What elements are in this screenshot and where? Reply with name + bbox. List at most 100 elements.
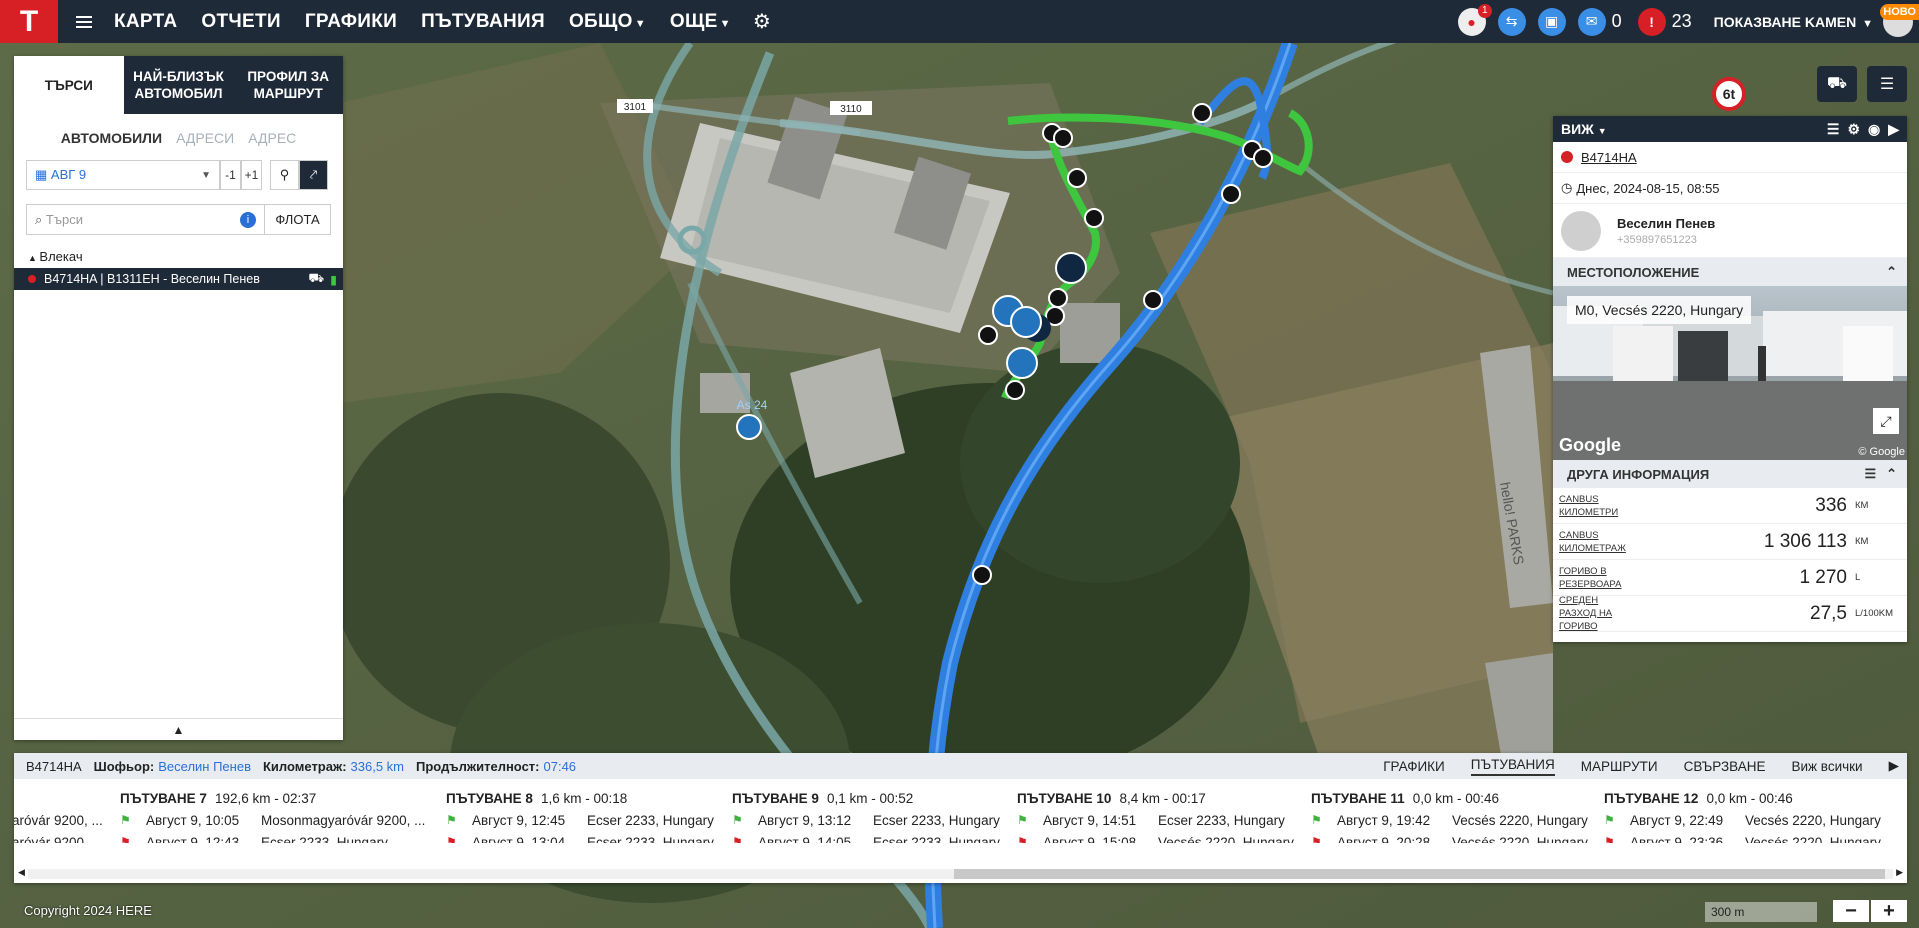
tab-charts[interactable]: ГРАФИКИ [1383, 759, 1445, 774]
trip-end-row: aróvár 9200, ... [14, 831, 103, 844]
horizontal-scrollbar[interactable]: ◀ ▶ [14, 865, 1907, 879]
chevron-down-icon: ▼ [1862, 17, 1873, 30]
gear-icon[interactable]: ⚙ [1847, 121, 1860, 138]
scroll-right-icon[interactable]: ▶ [1896, 867, 1903, 878]
trip-7[interactable]: ПЪТУВАНЕ 7 192,6 km - 02:37 ⚑ Август 9, 10… [120, 787, 425, 844]
zoom-in-button[interactable]: + [1871, 900, 1907, 922]
app-logo[interactable]: T [0, 0, 58, 43]
info-label[interactable]: CANBUS КИЛОМЕТРИ [1559, 493, 1649, 519]
end-flag-icon: ⚑ [1017, 835, 1028, 843]
trip-9[interactable]: ПЪТУВАНЕ 9 0,1 km - 00:52 ⚑ Август 9, 13:1… [732, 787, 1000, 844]
mail-icon[interactable]: ✉ [1577, 7, 1606, 36]
collapse-panel-button[interactable]: ▲ [14, 718, 343, 740]
info-label-line1: СРЕДЕН [1559, 595, 1599, 606]
menu-icon[interactable] [66, 15, 102, 28]
subtab-addresses[interactable]: АДРЕСИ [176, 130, 234, 146]
target-icon[interactable]: ◉ [1868, 121, 1880, 138]
truck-icon[interactable]: ⛟ [1817, 66, 1857, 102]
search-row: ⌕ Търси i ФЛОТА [26, 204, 331, 235]
location-pin-icon[interactable]: ⚲ [270, 160, 299, 190]
alert-user-icon[interactable]: ● 1 [1457, 3, 1492, 36]
scroll-left-icon[interactable]: ◀ [18, 867, 25, 878]
play-icon[interactable]: ▶ [1889, 758, 1899, 774]
trip-12[interactable]: ПЪТУВАНЕ 12 0,0 km - 00:46 ⚑ Август 9, 22:… [1604, 787, 1881, 844]
gear-icon[interactable]: ⚙ [753, 9, 771, 34]
chevron-up-icon[interactable]: ⌃ [1886, 466, 1897, 482]
tab-nearest-vehicle[interactable]: НАЙ-БЛИЗЪК АВТОМОБИЛ [124, 56, 234, 114]
date-minus-button[interactable]: -1 [220, 160, 241, 190]
subtab-vehicles[interactable]: АВТОМОБИЛИ [61, 130, 162, 146]
tv-icon[interactable]: ▣ [1537, 7, 1566, 36]
user-menu[interactable]: ПОКАЗВАНЕ KAMEN ▼ [1714, 14, 1873, 30]
trip-8[interactable]: ПЪТУВАНЕ 8 1,6 km - 00:18 ⚑ Август 9, 12:4… [446, 787, 714, 844]
info-label[interactable]: ГОРИВО В РЕЗЕРВОАРА [1559, 565, 1649, 591]
warning-icon[interactable]: ! [1637, 7, 1666, 36]
view-label: ВИЖ [1561, 121, 1594, 137]
tab-search[interactable]: ТЪРСИ [14, 56, 124, 114]
info-unit: КМ [1855, 500, 1869, 511]
nav-more[interactable]: ОЩЕ ▼ [670, 11, 731, 33]
info-label[interactable]: СРЕДЕН РАЗХОД НА ГОРИВО [1559, 594, 1649, 633]
info-value: 27,5 [1810, 602, 1847, 624]
nav-trips[interactable]: ПЪТУВАНИЯ [421, 11, 545, 33]
vehicle-row[interactable]: B4714HA | B1311EH - Веселин Пенев ⛟ ▮ [14, 268, 343, 290]
play-icon[interactable]: ▶ [1888, 121, 1899, 138]
tab-connect[interactable]: СВЪРЗВАНЕ [1684, 759, 1766, 774]
subtab-address[interactable]: АДРЕС [248, 130, 296, 146]
scrollbar-thumb[interactable] [954, 869, 1885, 879]
trip-end-date: Август 9, 12:43 [146, 834, 240, 844]
other-info-section-header[interactable]: ДРУГА ИНФОРМАЦИЯ ☰ ⌃ [1553, 460, 1907, 488]
nav-reports[interactable]: ОТЧЕТИ [201, 11, 280, 33]
nav-general[interactable]: ОБЩО ▼ [569, 11, 646, 33]
trip-start-addr: Vecsés 2220, Hungary [1452, 812, 1588, 828]
trip-11[interactable]: ПЪТУВАНЕ 11 0,0 km - 00:46 ⚑ Август 9, 19:… [1311, 787, 1588, 844]
speed-limit-sign: 6t [1712, 77, 1746, 111]
status-dot [1561, 151, 1573, 163]
start-flag-icon: ⚑ [1017, 813, 1028, 827]
list-icon[interactable]: ☰ [1864, 466, 1876, 482]
vehicle-plate-link[interactable]: B4714HA [1581, 150, 1637, 165]
chevron-up-icon[interactable]: ⌃ [1886, 264, 1897, 280]
driver-value: Веселин Пенев [158, 758, 251, 774]
road-label-3110: 3110 [840, 104, 862, 115]
layers-menu-icon[interactable]: ☰ [1867, 66, 1907, 102]
fleet-button[interactable]: ФЛОТА [265, 204, 331, 235]
date-plus-button[interactable]: +1 [241, 160, 262, 190]
calendar-icon: ▦ [35, 167, 51, 182]
trip-start-date: Август 9, 13:12 [758, 812, 852, 828]
vehicle-details-panel: ВИЖ ▼ ☰ ⚙ ◉ ▶ B4714HA ◷ Днес, 2024-08-15… [1553, 116, 1907, 642]
chevron-down-icon: ▼ [1597, 126, 1607, 136]
list-icon[interactable]: ☰ [1827, 121, 1840, 138]
search-icon: ⌕ [35, 211, 46, 227]
route-icon[interactable]: ⇆ [1497, 7, 1526, 36]
zoom-out-button[interactable]: − [1833, 900, 1869, 922]
view-dropdown[interactable]: ВИЖ ▼ [1561, 121, 1607, 137]
new-badge[interactable]: НОВО [1880, 4, 1919, 20]
date-select[interactable]: ▦ АВГ 9 ▼ [26, 160, 220, 190]
expand-icon[interactable]: ⤢ [1873, 408, 1899, 434]
view-all-link[interactable]: Виж всички [1791, 759, 1862, 774]
street-view-image[interactable]: M0, Vecsés 2220, Hungary ⤢ Google © Goog… [1553, 286, 1907, 460]
route-toggle-icon[interactable]: ⤤ [299, 160, 328, 190]
vehicle-group[interactable]: ▲ Влекач [28, 249, 343, 264]
tab-route-profile[interactable]: ПРОФИЛ ЗА МАРШРУТ [233, 56, 343, 114]
info-icon[interactable]: i [240, 211, 256, 228]
trip-partial[interactable]: aróvár 9200, ... aróvár 9200, ... [14, 809, 103, 844]
trips-summary-bar: B4714HA Шофьор: Веселин Пенев Километраж… [14, 753, 1907, 779]
info-label[interactable]: CANBUS КИЛОМЕТРАЖ [1559, 529, 1649, 555]
tab-trips[interactable]: ПЪТУВАНИЯ [1470, 757, 1555, 776]
nav-map[interactable]: КАРТА [114, 11, 177, 33]
nav-charts[interactable]: ГРАФИКИ [305, 11, 397, 33]
info-label-line2: КИЛОМЕТРИ [1559, 506, 1619, 518]
search-input[interactable]: ⌕ Търси i [26, 204, 265, 235]
trip-meta: 0,0 km - 00:46 [1706, 790, 1793, 806]
trip-10[interactable]: ПЪТУВАНЕ 10 8,4 km - 00:17 ⚑ Август 9, 14:… [1017, 787, 1294, 844]
trip-end-addr: Ecser 2233, Hungary [587, 834, 714, 844]
info-label-line2: РЕЗЕРВОАРА [1559, 578, 1622, 590]
trip-end-addr: Vecsés 2220, Hungary [1452, 834, 1588, 844]
tab-routes[interactable]: МАРШРУТИ [1581, 759, 1658, 774]
trip-meta: 192,6 km - 02:37 [214, 790, 317, 806]
location-section-header[interactable]: МЕСТОПОЛОЖЕНИЕ ⌃ [1553, 258, 1907, 286]
info-row-canbus-odometer: CANBUS КИЛОМЕТРАЖ 1 306 113 КМ [1553, 524, 1907, 560]
end-flag-icon: ⚑ [446, 835, 457, 843]
